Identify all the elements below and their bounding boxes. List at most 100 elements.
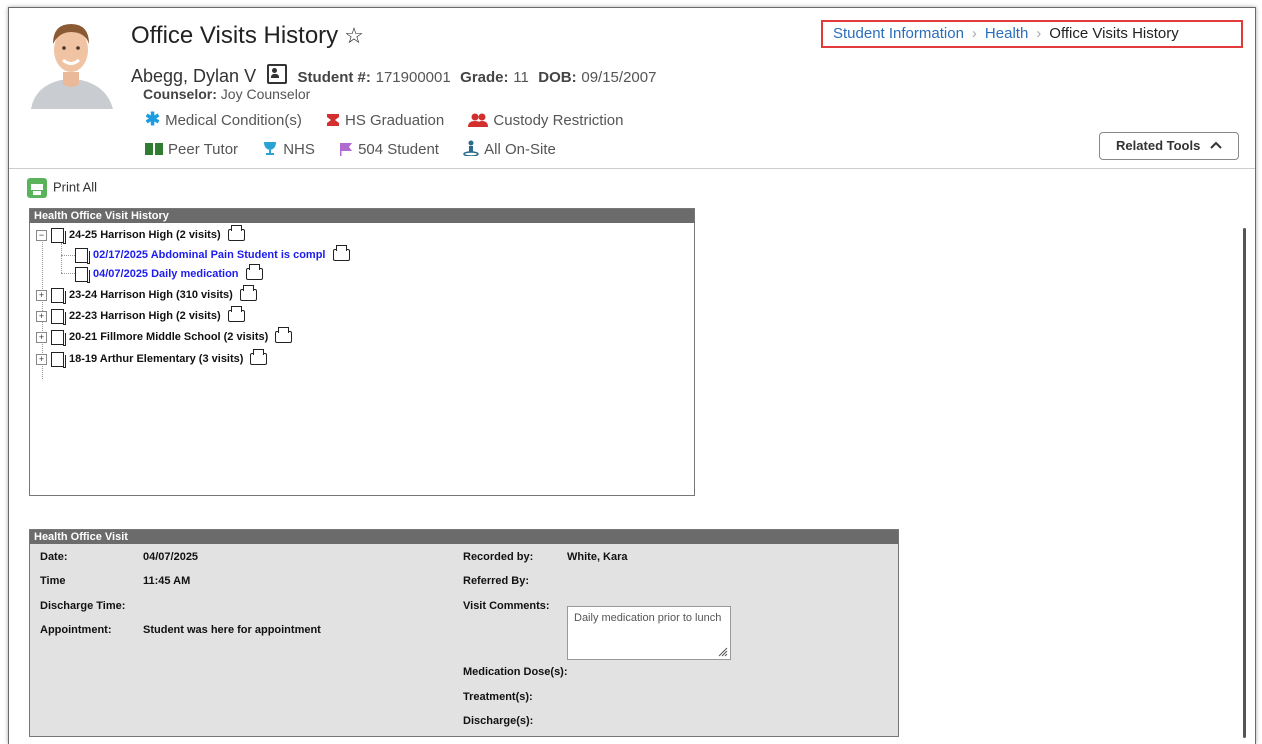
expand-icon[interactable]: + (36, 289, 47, 301)
appointment-value: Student was here for appointment (143, 624, 321, 636)
tree-panel-header: Health Office Visit History (30, 209, 694, 223)
print-all-button[interactable]: Print All (27, 178, 97, 198)
discharge-time-label: Discharge Time: (40, 600, 126, 612)
document-icon (75, 247, 90, 264)
people-icon (468, 112, 489, 129)
counselor-line: Counselor: Joy Counselor (143, 86, 310, 102)
expand-icon[interactable]: + (36, 353, 47, 365)
flag-label: Medical Condition(s) (165, 112, 302, 129)
printer-icon[interactable] (239, 285, 257, 302)
printer-icon[interactable] (245, 264, 263, 281)
asterisk-icon: ✱ (145, 109, 161, 129)
tree-connector (61, 273, 75, 274)
flag-peer-tutor[interactable]: Peer Tutor (145, 141, 238, 158)
document-icon (75, 266, 90, 283)
flag-all-on-site[interactable]: All On-Site (463, 140, 556, 158)
vertical-scrollbar[interactable] (1243, 228, 1246, 738)
printer-icon[interactable] (332, 245, 350, 262)
dob-label: DOB: (538, 69, 577, 86)
related-tools-label: Related Tools (1116, 138, 1201, 153)
counselor-value: Joy Counselor (220, 86, 311, 102)
page-title-text: Office Visits History (131, 22, 339, 49)
tree-node-label: 22-23 Harrison High (2 visits) (69, 310, 221, 322)
visit-detail-panel: Health Office Visit Date: 04/07/2025 Tim… (29, 529, 899, 737)
referred-by-label: Referred By: (463, 575, 530, 587)
recorded-by-label: Recorded by: (463, 551, 534, 563)
chevron-up-icon (1210, 138, 1222, 153)
visit-comments-label: Visit Comments: (463, 600, 550, 612)
student-number-label: Student #: (297, 69, 371, 86)
tree-node-visit[interactable]: 04/07/2025 Daily medication (75, 264, 263, 283)
app-frame: Office Visits History ☆ Abegg, Dylan V St… (8, 7, 1256, 744)
document-icon (51, 329, 66, 346)
breadcrumb-student-information[interactable]: Student Information (833, 25, 964, 42)
dob-value: 09/15/2007 (581, 69, 657, 86)
tree-node-year[interactable]: +20-21 Fillmore Middle School (2 visits) (36, 327, 293, 346)
tree-node-year[interactable]: +18-19 Arthur Elementary (3 visits) (36, 349, 268, 368)
printer-icon[interactable] (250, 349, 268, 366)
expand-icon[interactable]: + (36, 331, 47, 343)
grade-label: Grade: (460, 69, 509, 86)
flag-label: 504 Student (358, 141, 439, 158)
visit-panel-header: Health Office Visit (30, 530, 898, 544)
tree-node-year[interactable]: +23-24 Harrison High (310 visits) (36, 285, 257, 304)
date-value: 04/07/2025 (143, 551, 199, 563)
tree-connector (61, 243, 62, 273)
date-label: Date: (40, 551, 68, 563)
flag-hs-graduation[interactable]: HS Graduation (326, 112, 444, 129)
graduation-icon (326, 112, 340, 129)
printer-icon[interactable] (275, 327, 293, 344)
discharge-label: Discharge(s): (463, 715, 534, 727)
visit-comments-field[interactable]: Daily medication prior to lunch (567, 606, 731, 660)
related-tools-button[interactable]: Related Tools (1099, 132, 1239, 160)
flag-label: Peer Tutor (168, 141, 239, 158)
document-icon (51, 227, 66, 244)
header-divider (9, 168, 1255, 169)
tree-connector (61, 255, 75, 256)
tree-node-label[interactable]: 02/17/2025 Abdominal Pain Student is com… (93, 249, 326, 261)
breadcrumb-health[interactable]: Health (985, 25, 1028, 42)
tree-node-label: 24-25 Harrison High (2 visits) (69, 229, 221, 241)
document-icon (51, 308, 66, 325)
flag-nhs[interactable]: NHS (262, 141, 315, 158)
tree-node-visit[interactable]: 02/17/2025 Abdominal Pain Student is com… (75, 245, 350, 264)
treatment-label: Treatment(s): (463, 691, 533, 703)
collapse-icon[interactable]: − (36, 229, 47, 241)
counselor-label: Counselor: (143, 86, 217, 102)
time-value: 11:45 AM (143, 575, 191, 587)
document-icon (51, 351, 66, 368)
visit-history-tree-panel: Health Office Visit History − 24-25 Harri… (29, 208, 695, 496)
tree-node-label: 23-24 Harrison High (310 visits) (69, 289, 233, 301)
flag-label: NHS (283, 141, 315, 158)
flags-row-2: Peer Tutor NHS 504 Student All On-Site (145, 140, 576, 158)
tree-node-label[interactable]: 04/07/2025 Daily medication (93, 268, 239, 280)
resize-handle-icon[interactable] (716, 645, 728, 657)
tree-node-year[interactable]: − 24-25 Harrison High (2 visits) (36, 225, 245, 244)
contact-card-icon[interactable] (266, 64, 287, 84)
flags-row-1: ✱ Medical Condition(s) HS Graduation Cust… (145, 109, 643, 130)
appointment-label: Appointment: (40, 624, 112, 636)
time-label: Time (40, 575, 66, 587)
flag-custody-restriction[interactable]: Custody Restriction (468, 112, 623, 129)
breadcrumb-current: Office Visits History (1049, 25, 1179, 42)
flag-medical-condition[interactable]: ✱ Medical Condition(s) (145, 109, 302, 130)
book-icon (145, 141, 163, 158)
breadcrumb: Student Information › Health › Office Visits… (821, 20, 1243, 48)
print-icon (27, 178, 47, 198)
tree-node-label: 20-21 Fillmore Middle School (2 visits) (69, 331, 269, 343)
tree-node-year[interactable]: +22-23 Harrison High (2 visits) (36, 306, 245, 325)
printer-icon[interactable] (227, 306, 245, 323)
flag-icon (339, 141, 353, 158)
flag-504-student[interactable]: 504 Student (339, 141, 439, 158)
flag-label: All On-Site (484, 141, 556, 158)
printer-icon[interactable] (227, 225, 245, 242)
medication-dose-label: Medication Dose(s): (463, 666, 568, 678)
visit-comments-text: Daily medication prior to lunch (574, 612, 722, 624)
chevron-right-icon: › (971, 25, 977, 42)
trophy-icon (262, 141, 278, 158)
chevron-right-icon: › (1036, 25, 1042, 42)
person-location-icon (463, 140, 479, 158)
star-icon[interactable]: ☆ (344, 23, 364, 49)
expand-icon[interactable]: + (36, 310, 47, 322)
document-icon (51, 287, 66, 304)
